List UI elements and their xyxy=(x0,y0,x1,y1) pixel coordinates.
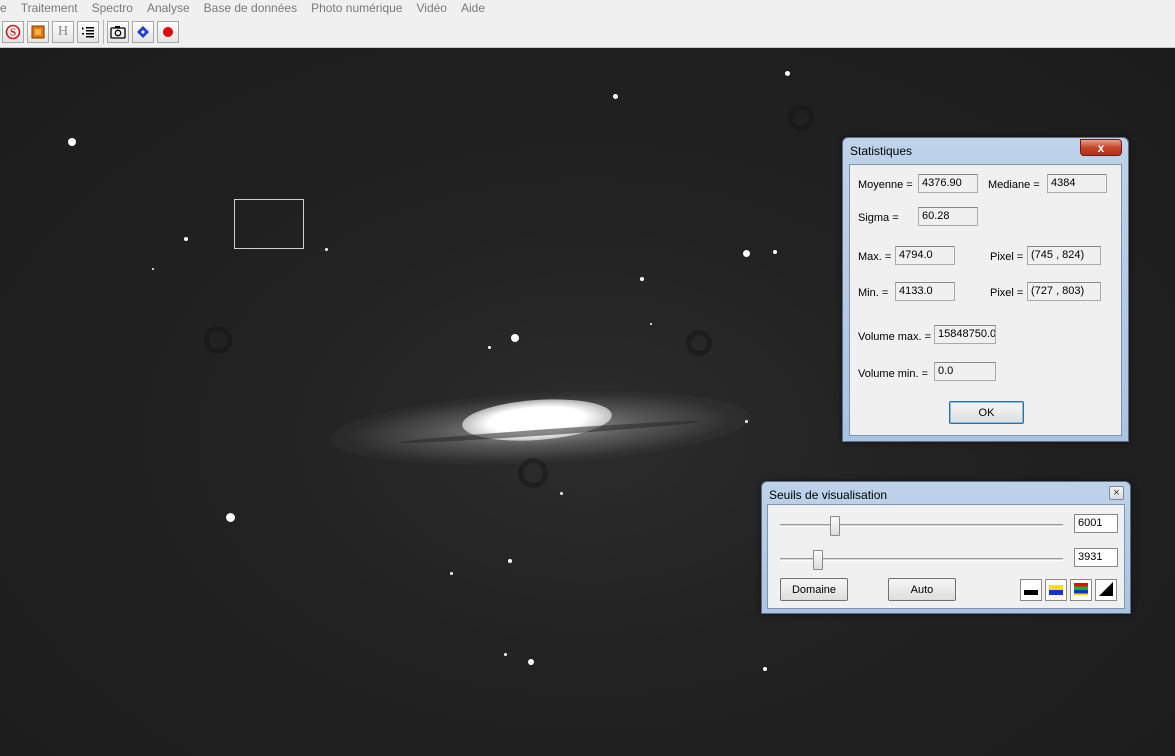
min-pixel-label: Pixel = xyxy=(990,287,1024,299)
moyenne-label: Moyenne = xyxy=(858,179,913,191)
statistics-window: Statistiques x Moyenne = 4376.90 Mediane… xyxy=(842,137,1129,442)
close-icon: x xyxy=(1097,140,1105,155)
star xyxy=(508,559,512,563)
min-pixel-value: (727 , 803) xyxy=(1027,282,1101,301)
menu-item-video[interactable]: Vidéo xyxy=(409,0,453,17)
ok-button[interactable]: OK xyxy=(949,401,1024,424)
diamond-button[interactable] xyxy=(132,21,154,43)
menu-item-analyse[interactable]: Analyse xyxy=(140,0,197,17)
domaine-button[interactable]: Domaine xyxy=(780,578,848,601)
toolbar-separator xyxy=(103,20,104,44)
camera-button[interactable] xyxy=(107,21,129,43)
menu-item-spectro[interactable]: Spectro xyxy=(85,0,140,17)
menu-item-fichier[interactable]: e xyxy=(0,0,14,17)
display-thresholds-close-button[interactable]: × xyxy=(1109,486,1124,500)
display-thresholds-title: Seuils de visualisation xyxy=(769,488,888,502)
sigma-label: Sigma = xyxy=(858,212,899,224)
statistics-window-title: Statistiques xyxy=(850,144,913,158)
star xyxy=(650,323,652,325)
statistics-body: Moyenne = 4376.90 Mediane = 4384 Sigma =… xyxy=(849,164,1122,436)
max-label: Max. = xyxy=(858,251,892,263)
star xyxy=(785,71,790,76)
sigma-value: 60.28 xyxy=(918,207,978,226)
mediane-value: 4384 xyxy=(1047,174,1107,193)
display-thresholds-body: 6001 3931 Domaine Auto xyxy=(767,504,1125,609)
ghost-ring xyxy=(518,458,548,488)
palette-gradient-button[interactable] xyxy=(1095,579,1117,601)
menu-item-photo-numerique[interactable]: Photo numérique xyxy=(304,0,409,17)
volume-max-label: Volume max. = xyxy=(858,331,932,343)
diamond-icon xyxy=(136,25,150,39)
image-frame-button[interactable] xyxy=(27,21,49,43)
ghost-ring xyxy=(204,326,232,354)
star xyxy=(68,138,76,146)
star xyxy=(450,572,453,575)
palette-rainbow-button[interactable] xyxy=(1070,579,1092,601)
list-icon xyxy=(80,24,96,40)
star xyxy=(763,667,767,671)
palette-rainbow-icon xyxy=(1073,581,1089,600)
selection-rectangle[interactable] xyxy=(234,199,304,249)
h-header-icon: H xyxy=(57,24,69,39)
palette-blue-yellow-button[interactable] xyxy=(1045,579,1067,601)
menu-bar: e Traitement Spectro Analyse Base de don… xyxy=(0,0,1175,17)
star xyxy=(325,248,328,251)
ghost-ring xyxy=(788,105,814,131)
display-thresholds-window: Seuils de visualisation × 6001 3931 Doma… xyxy=(761,481,1131,614)
volume-min-label: Volume min. = xyxy=(858,368,929,380)
spectro-s-button[interactable]: S xyxy=(2,21,24,43)
max-pixel-label: Pixel = xyxy=(990,251,1024,263)
svg-text:S: S xyxy=(10,27,16,39)
header-button[interactable]: H xyxy=(52,21,74,43)
star xyxy=(152,268,154,270)
min-label: Min. = xyxy=(858,287,889,299)
star xyxy=(560,492,563,495)
statistics-close-button[interactable]: x xyxy=(1080,139,1122,156)
spectro-s-icon: S xyxy=(5,24,21,40)
star xyxy=(528,659,534,665)
menu-item-aide[interactable]: Aide xyxy=(454,0,492,17)
min-value: 4133.0 xyxy=(895,282,955,301)
palette-bw-icon xyxy=(1023,581,1039,600)
auto-button[interactable]: Auto xyxy=(888,578,956,601)
star xyxy=(743,250,750,257)
high-threshold-slider-track[interactable] xyxy=(780,524,1063,527)
record-button[interactable] xyxy=(157,21,179,43)
star xyxy=(613,94,618,99)
low-threshold-slider-thumb[interactable] xyxy=(813,550,823,570)
image-frame-icon xyxy=(31,25,45,39)
toolbar: S H xyxy=(0,17,1175,48)
high-threshold-input[interactable]: 6001 xyxy=(1074,514,1118,533)
ghost-ring xyxy=(686,330,712,356)
max-value: 4794.0 xyxy=(895,246,955,265)
low-threshold-input[interactable]: 3931 xyxy=(1074,548,1118,567)
palette-bw-button[interactable] xyxy=(1020,579,1042,601)
moyenne-value: 4376.90 xyxy=(918,174,978,193)
mediane-label: Mediane = xyxy=(988,179,1040,191)
volume-max-value: 15848750.0 xyxy=(934,325,996,344)
palette-gradient-icon xyxy=(1098,581,1114,600)
star xyxy=(640,277,644,281)
list-button[interactable] xyxy=(77,21,99,43)
star xyxy=(488,346,491,349)
max-pixel-value: (745 , 824) xyxy=(1027,246,1101,265)
star xyxy=(511,334,519,342)
close-icon: × xyxy=(1113,487,1120,499)
star xyxy=(184,237,188,241)
volume-min-value: 0.0 xyxy=(934,362,996,381)
menu-item-traitement[interactable]: Traitement xyxy=(14,0,85,17)
star xyxy=(745,420,748,423)
star xyxy=(226,513,235,522)
menu-item-base-de-donnees[interactable]: Base de données xyxy=(197,0,304,17)
star xyxy=(504,653,507,656)
star xyxy=(773,250,777,254)
high-threshold-slider-thumb[interactable] xyxy=(830,516,840,536)
palette-blue-yellow-icon xyxy=(1048,581,1064,600)
camera-icon xyxy=(110,25,126,39)
record-icon xyxy=(161,25,175,39)
